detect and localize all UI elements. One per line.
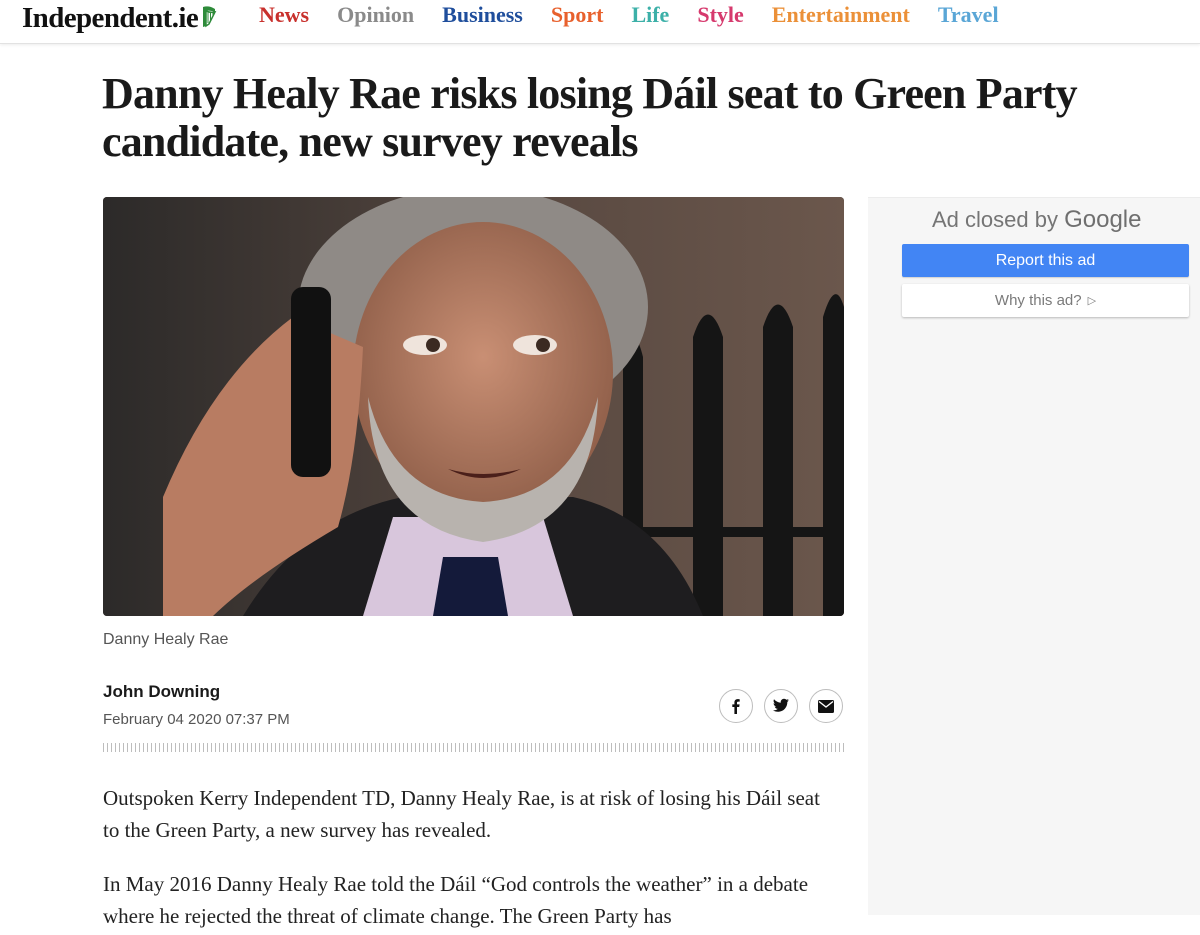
share-twitter-button[interactable] [764, 689, 798, 723]
nav-business[interactable]: Business [442, 3, 523, 27]
why-this-ad-button[interactable]: Why this ad? ▷ [902, 284, 1189, 317]
why-this-ad-label: Why this ad? [994, 292, 1082, 309]
facebook-icon [732, 699, 740, 714]
article-paragraph: Outspoken Kerry Independent TD, Danny He… [103, 786, 820, 842]
site-logo[interactable]: Independent.ie [22, 2, 218, 35]
ad-slot: Ad closed by Google Report this ad Why t… [868, 197, 1200, 915]
nav-entertainment[interactable]: Entertainment [772, 3, 910, 27]
article-paragraph: In May 2016 Danny Healy Rae told the Dái… [103, 872, 809, 928]
harp-icon [200, 5, 218, 34]
publish-date: February 04 2020 07:37 PM [103, 711, 290, 728]
twitter-icon [772, 698, 789, 712]
share-email-button[interactable] [809, 689, 843, 723]
logo-text[interactable]: Independent.ie [22, 2, 199, 35]
google-wordmark: Google [1064, 206, 1142, 233]
divider-ticks [103, 743, 844, 752]
nav-travel[interactable]: Travel [938, 3, 999, 27]
nav-style[interactable]: Style [697, 3, 743, 27]
share-facebook-button[interactable] [719, 689, 753, 723]
nav-life[interactable]: Life [631, 3, 669, 27]
image-caption: Danny Healy Rae [103, 631, 229, 648]
site-header: Independent.ie News Opinion Business Spo… [0, 0, 1200, 44]
article-headline: Danny Healy Rae risks losing Dáil seat t… [102, 69, 1078, 166]
report-ad-button[interactable]: Report this ad [902, 244, 1189, 277]
author-name[interactable]: John Downing [103, 682, 220, 702]
nav-sport[interactable]: Sport [551, 3, 604, 27]
nav-opinion[interactable]: Opinion [337, 3, 414, 27]
ad-closed-text: Ad closed by [932, 207, 1058, 232]
nav-news[interactable]: News [259, 3, 309, 27]
ad-closed-notice: Ad closed by Google [932, 206, 1141, 234]
main-nav: News Opinion Business Sport Life Style E… [259, 3, 1027, 27]
play-triangle-icon: ▷ [1087, 295, 1097, 307]
email-icon [818, 699, 834, 713]
article-photo[interactable] [103, 197, 844, 616]
